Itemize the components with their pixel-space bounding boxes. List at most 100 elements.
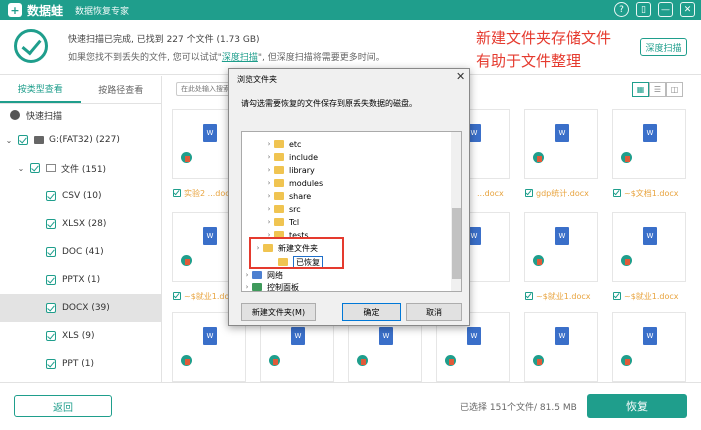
file-status-icon <box>533 355 544 366</box>
checkbox[interactable] <box>18 135 28 145</box>
chevron-right-icon[interactable]: › <box>264 179 274 187</box>
folder-item-src[interactable]: › src <box>264 203 301 215</box>
file-name[interactable]: ~$文档1.docx <box>613 187 679 199</box>
ok-button[interactable]: 确定 <box>342 303 401 321</box>
sidebar-item-docx[interactable]: DOCX (39) <box>0 294 161 322</box>
checkbox[interactable] <box>46 275 56 285</box>
checkbox[interactable] <box>46 191 56 201</box>
folder-item-share[interactable]: › share <box>264 190 312 202</box>
file-group-icon <box>46 164 56 172</box>
folder-item-include[interactable]: › include <box>264 151 318 163</box>
dialog-title: 浏览文件夹 <box>237 75 277 84</box>
deep-scan-hint: 如果您找不到丢失的文件, 您可以试试"深度扫描", 但深度扫描将需要更多时间。 <box>68 50 385 63</box>
new-folder-button[interactable]: 新建文件夹(M) <box>241 303 316 321</box>
annotation-line-1: 新建文件夹存储文件 <box>476 29 612 47</box>
checkbox[interactable] <box>46 247 56 257</box>
chevron-down-icon[interactable]: ⌄ <box>16 164 26 173</box>
file-name-label: ~$就业1.docx <box>624 291 679 301</box>
grid-view-icon[interactable]: ▦ <box>632 82 649 97</box>
folder-item-tcl[interactable]: › Tcl <box>264 216 300 228</box>
checkbox[interactable] <box>525 292 533 300</box>
bookmark-icon[interactable]: ▯ <box>636 2 651 17</box>
folder-icon <box>274 205 284 213</box>
chevron-right-icon[interactable]: › <box>264 192 274 200</box>
file-card[interactable]: W <box>524 109 598 179</box>
dialog-message: 请勾选需要恢复的文件保存到原丢失数据的磁盘。 <box>241 99 417 108</box>
detail-view-icon[interactable]: ◫ <box>666 82 683 97</box>
sidebar-item-pptx[interactable]: PPTX (1) <box>0 266 161 294</box>
chevron-right-icon[interactable]: › <box>242 271 252 279</box>
checkbox[interactable] <box>173 292 181 300</box>
deep-scan-link[interactable]: 深度扫描 <box>222 53 258 63</box>
chevron-right-icon[interactable]: › <box>264 205 274 213</box>
folder-label: share <box>289 191 312 201</box>
folder-icon <box>274 179 284 187</box>
checkbox[interactable] <box>46 359 56 369</box>
sidebar-item-files[interactable]: ⌄ 文件 (151) <box>0 154 161 182</box>
tree-item-control-panel[interactable]: › 控制面板 <box>242 281 299 291</box>
folder-label: Tcl <box>289 217 300 227</box>
dialog-close-icon[interactable]: ✕ <box>456 70 465 83</box>
sidebar-item-ppt[interactable]: PPT (1) <box>0 350 161 378</box>
chevron-right-icon[interactable]: › <box>242 283 252 291</box>
checkbox[interactable] <box>173 189 181 197</box>
file-status-icon <box>621 355 632 366</box>
file-card[interactable]: W <box>612 109 686 179</box>
network-icon <box>252 271 262 279</box>
chevron-down-icon[interactable]: ⌄ <box>4 136 14 145</box>
sidebar-item-drive[interactable]: ⌄ G:(FAT32) (227) <box>0 126 161 154</box>
list-view-icon[interactable]: ☰ <box>649 82 666 97</box>
file-card[interactable]: W <box>524 212 598 282</box>
chevron-right-icon[interactable]: › <box>264 140 274 148</box>
cancel-button[interactable]: 取消 <box>406 303 462 321</box>
checkbox[interactable] <box>46 219 56 229</box>
quick-scan-row[interactable]: 快速扫描 <box>0 104 161 126</box>
folder-tree-scrollbar[interactable] <box>451 132 461 291</box>
file-card[interactable]: W <box>524 312 598 382</box>
scrollbar-thumb[interactable] <box>452 208 461 279</box>
checkbox[interactable] <box>46 303 56 313</box>
quick-scan-label: 快速扫描 <box>26 111 63 122</box>
folder-label: include <box>289 152 318 162</box>
sidebar-item-csv[interactable]: CSV (10) <box>0 182 161 210</box>
file-card[interactable]: W <box>612 312 686 382</box>
chevron-right-icon[interactable]: › <box>264 218 274 226</box>
word-doc-icon: W <box>467 327 481 345</box>
file-name[interactable]: ~$就业1.docx <box>525 290 591 302</box>
tree-item-network[interactable]: › 网络 <box>242 269 283 281</box>
checkbox[interactable] <box>46 331 56 341</box>
checkbox[interactable] <box>613 189 621 197</box>
folder-label: src <box>289 204 301 214</box>
folder-icon <box>274 166 284 174</box>
folder-icon <box>274 153 284 161</box>
folder-item-library[interactable]: › library <box>264 164 315 176</box>
sidebar-item-xlsx[interactable]: XLSX (28) <box>0 210 161 238</box>
browse-folder-dialog: 浏览文件夹 ✕ 请勾选需要恢复的文件保存到原丢失数据的磁盘。 › etc › inc… <box>228 68 470 326</box>
sidebar-item-label: DOC (41) <box>62 247 104 257</box>
tab-by-type[interactable]: 按类型查看 <box>0 76 81 103</box>
minimize-icon[interactable]: — <box>658 2 673 17</box>
help-icon[interactable]: ? <box>614 2 629 17</box>
tab-by-path[interactable]: 按路径查看 <box>81 76 162 103</box>
checkbox[interactable] <box>525 189 533 197</box>
folder-item-modules[interactable]: › modules <box>264 177 324 189</box>
file-name[interactable]: ~$就业1.docx <box>613 290 679 302</box>
file-card[interactable]: W <box>612 212 686 282</box>
folder-icon <box>274 192 284 200</box>
deep-scan-button[interactable]: 深度扫描 <box>640 38 687 56</box>
file-name[interactable]: 实验2 ...docx <box>173 187 234 199</box>
sidebar-item-label: PPT (1) <box>62 359 94 369</box>
file-name[interactable]: gdp统计.docx <box>525 187 589 199</box>
close-icon[interactable]: ✕ <box>680 2 695 17</box>
folder-item-etc[interactable]: › etc <box>264 138 302 150</box>
sidebar-item-doc[interactable]: DOC (41) <box>0 238 161 266</box>
sidebar-item-xls[interactable]: XLS (9) <box>0 322 161 350</box>
file-name[interactable]: ...docx <box>477 187 504 199</box>
word-doc-icon: W <box>643 327 657 345</box>
chevron-right-icon[interactable]: › <box>264 153 274 161</box>
checkbox[interactable] <box>30 163 40 173</box>
chevron-right-icon[interactable]: › <box>264 166 274 174</box>
back-button[interactable]: 返回 <box>14 395 112 417</box>
checkbox[interactable] <box>613 292 621 300</box>
recover-button[interactable]: 恢复 <box>587 394 687 418</box>
